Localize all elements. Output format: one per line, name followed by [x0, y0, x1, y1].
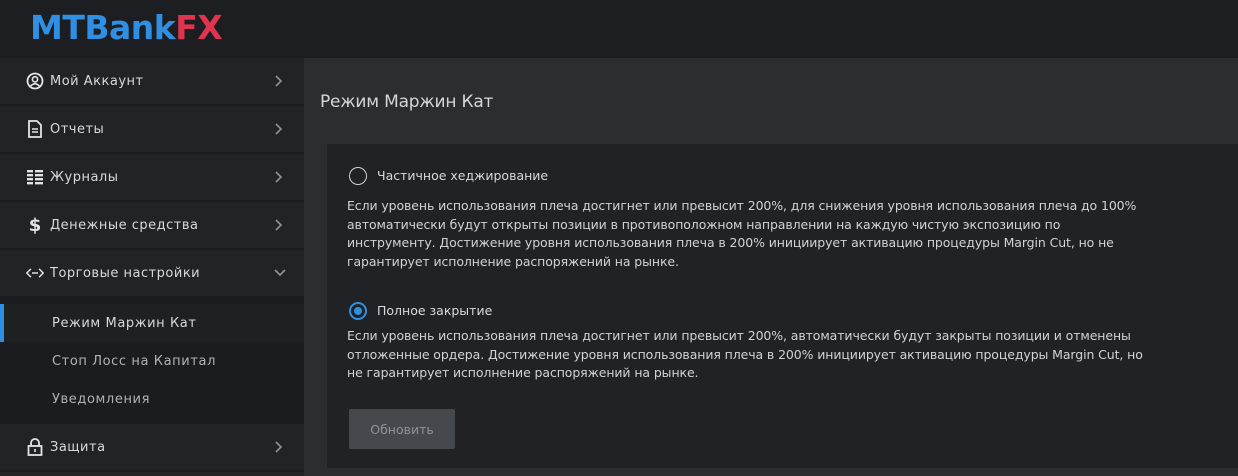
sidebar-item-label: Защита	[50, 439, 106, 455]
submenu-item-label: Стоп Лосс на Капитал	[52, 353, 216, 369]
sidebar-item-label: Журналы	[50, 169, 119, 185]
update-button[interactable]: Обновить	[349, 409, 455, 449]
submenu-trading-settings: Режим Маржин Кат Стоп Лосс на Капитал Ув…	[0, 298, 304, 424]
journal-list-icon	[26, 168, 44, 186]
submenu-item-margin-cut[interactable]: Режим Маржин Кат	[0, 304, 304, 342]
sidebar-item-label: Торговые настройки	[50, 265, 201, 281]
document-icon	[26, 120, 44, 138]
main-content: Режим Маржин Кат Частичное хеджирование …	[304, 58, 1238, 476]
option-description: Если уровень использования плеча достигн…	[347, 328, 1143, 380]
radio-full-close[interactable]	[349, 302, 367, 320]
sidebar-item-label: Мой Аккаунт	[50, 73, 144, 89]
option-label: Частичное хеджирование	[377, 168, 549, 183]
brand-logo[interactable]: MTBankFX	[30, 6, 223, 50]
chevron-right-icon	[275, 441, 283, 453]
chevron-down-icon	[274, 269, 286, 277]
sidebar-item-journals[interactable]: Журналы	[0, 154, 304, 202]
submenu-item-label: Уведомления	[52, 391, 151, 407]
sidebar-item-reports[interactable]: Отчеты	[0, 106, 304, 154]
sidebar-item-label: Денежные средства	[50, 217, 199, 233]
sidebar-item-my-account[interactable]: Мой Аккаунт	[0, 58, 304, 106]
submenu-item-notifications[interactable]: Уведомления	[0, 380, 304, 418]
settings-card: Частичное хеджирование Если уровень испо…	[327, 144, 1238, 468]
code-arrows-icon	[26, 264, 44, 282]
chevron-right-icon	[275, 123, 283, 135]
sidebar-item-label: Отчеты	[50, 121, 105, 137]
sidebar-item-funds[interactable]: $ Денежные средства	[0, 202, 304, 250]
user-circle-icon	[26, 72, 44, 90]
page-title: Режим Маржин Кат	[320, 92, 494, 112]
sidebar-item-security[interactable]: Защита	[0, 424, 304, 472]
dollar-icon: $	[28, 214, 42, 236]
submenu-item-equity-stop-loss[interactable]: Стоп Лосс на Капитал	[0, 342, 304, 380]
submenu-item-label: Режим Маржин Кат	[52, 315, 197, 331]
chevron-right-icon	[275, 171, 283, 183]
option-description: Если уровень использования плеча достигн…	[347, 198, 1137, 269]
sidebar: Мой Аккаунт Отчеты Журналы $ Денежные ср…	[0, 58, 304, 476]
sidebar-item-trading-settings[interactable]: Торговые настройки	[0, 250, 304, 298]
chevron-right-icon	[275, 75, 283, 87]
option-label: Полное закрытие	[377, 303, 493, 318]
radio-partial-hedging[interactable]	[349, 167, 367, 185]
chevron-right-icon	[275, 219, 283, 231]
lock-icon	[26, 438, 44, 456]
top-bar: MTBankFX	[0, 0, 1238, 58]
